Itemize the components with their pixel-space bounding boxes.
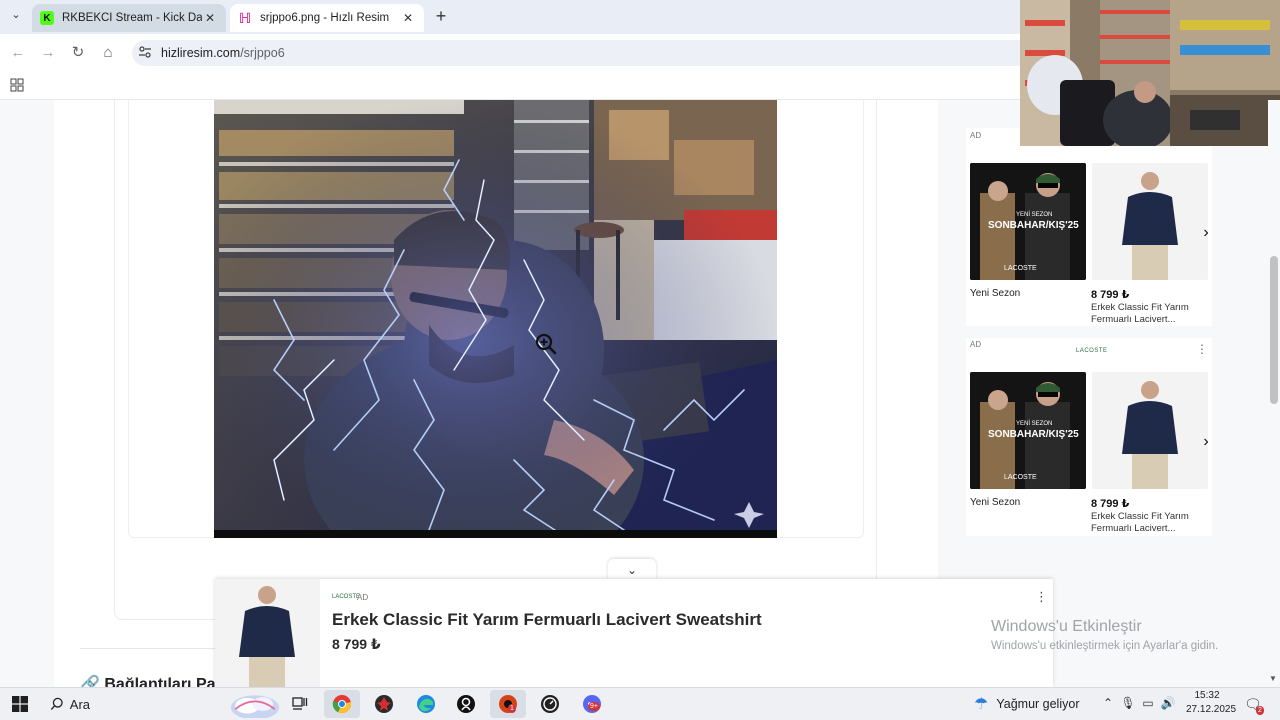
task-view-icon[interactable] — [282, 690, 318, 718]
search-highlight-icon — [230, 695, 280, 718]
webcam-overlay — [1020, 0, 1280, 146]
links-section-heading: 🔗 Bağlantıları Pa — [80, 676, 216, 687]
app-speedometer-icon[interactable] — [532, 690, 568, 718]
sticky-ad-product-image[interactable] — [215, 579, 320, 687]
sticky-ad-collapse-button[interactable]: ⌄ — [608, 559, 656, 581]
kick-icon: K — [40, 11, 54, 25]
app-black-icon[interactable] — [448, 690, 484, 718]
ad-label: AD — [357, 593, 369, 602]
uploaded-image[interactable] — [214, 100, 777, 538]
apps-grid-icon[interactable] — [10, 78, 24, 92]
zoom-in-icon[interactable] — [534, 332, 558, 356]
chevron-right-icon[interactable]: › — [1198, 224, 1214, 244]
app-game-icon[interactable] — [490, 690, 526, 718]
chevron-up-icon[interactable]: ⌃ — [1100, 696, 1116, 710]
scrollbar-thumb[interactable] — [1270, 256, 1278, 404]
side-ad-1[interactable]: AD YENİ SEZON SONBAHAR/KIŞ'25 LACOSTE Ye… — [966, 128, 1212, 326]
taskbar-clock[interactable]: 15:32 27.12.2025 — [1186, 689, 1237, 717]
side-ad-2[interactable]: AD LACOSTE ⋮ YENİ SEZON SONBAHAR/KIŞ'25 … — [966, 338, 1212, 536]
forward-arrow-icon[interactable]: → — [37, 42, 59, 64]
ad-price: 8 799 ₺ — [1091, 498, 1130, 510]
tab-label: RKBEKCI Stream - Kick Dashboard — [62, 12, 202, 24]
new-tab-button[interactable]: + — [430, 6, 452, 28]
url-text[interactable]: hizliresim.com/srjppo6 — [161, 46, 285, 60]
home-icon[interactable]: ⌂ — [97, 42, 119, 64]
tab-search-menu-button[interactable]: ⌄ — [6, 8, 26, 26]
close-tab-icon[interactable]: ✕ — [400, 11, 416, 25]
ad-product-image[interactable] — [1092, 372, 1208, 489]
ad-brand-logo: LACOSTE — [1076, 348, 1108, 354]
microphone-icon[interactable]: 🎙 — [1120, 696, 1136, 710]
ad-promo-headline: SONBAHAR/KIŞ'25 — [988, 220, 1079, 231]
sticky-ad-price: 8 799 ₺ — [332, 636, 381, 652]
ad-label: AD — [970, 340, 982, 349]
ad-caption: Yeni Sezon — [970, 497, 1021, 508]
ad-promo-subtitle: YENİ SEZON — [1016, 421, 1053, 427]
app-badge: 1 — [508, 704, 516, 713]
more-options-icon[interactable]: ⋮ — [1196, 342, 1208, 356]
search-icon — [50, 697, 63, 711]
start-button[interactable] — [6, 690, 34, 718]
taskbar-search-box[interactable]: Ara — [40, 690, 280, 718]
hizliresim-icon: ℍ — [238, 9, 252, 26]
notification-badge: 2 — [1256, 706, 1264, 715]
ad-product-image[interactable] — [1092, 163, 1208, 280]
chevron-down-icon: ⌄ — [626, 563, 638, 577]
ad-label: AD — [970, 131, 982, 140]
sticky-ad-brand-logo: LACOSTE — [332, 594, 361, 600]
ad-promo-brand: LACOSTE — [1004, 265, 1037, 272]
reload-icon[interactable]: ↻ — [67, 42, 89, 64]
weather-widget[interactable]: ☂ Yağmur geliyor — [974, 690, 1079, 718]
clock-time: 15:32 — [1194, 690, 1220, 701]
chrome-icon[interactable] — [324, 690, 360, 718]
ad-caption: Yeni Sezon — [970, 288, 1021, 299]
back-arrow-icon[interactable]: ← — [7, 42, 29, 64]
windows-activation-title: Windows'u Etkinleştir — [991, 618, 1142, 635]
ad-product-title: Erkek Classic Fit Yarım Fermuarlı Lacive… — [1091, 302, 1189, 325]
image-bottom-edge — [214, 530, 777, 538]
plus-icon: + — [435, 6, 447, 26]
sticky-ad-title[interactable]: Erkek Classic Fit Yarım Fermuarlı Lacive… — [332, 610, 762, 630]
app-red-icon[interactable] — [366, 690, 402, 718]
windows-activation-subtitle: Windows'u etkinleştirmek için Ayarlar'a … — [991, 640, 1219, 652]
speaker-icon[interactable]: 🔊 — [1160, 696, 1176, 710]
edge-icon[interactable] — [408, 690, 444, 718]
more-options-icon[interactable]: ⋮ — [1035, 589, 1048, 605]
umbrella-rain-icon: ☂ — [974, 696, 989, 713]
sticky-bottom-ad[interactable]: LACOSTE AD Erkek Classic Fit Yarım Fermu… — [215, 579, 1053, 687]
ad-price: 8 799 ₺ — [1091, 289, 1130, 301]
ad-product-title: Erkek Classic Fit Yarım Fermuarlı Lacive… — [1091, 511, 1189, 534]
windows-logo-icon — [12, 696, 28, 712]
weather-text: Yağmur geliyor — [996, 697, 1080, 711]
search-label: Ara — [69, 696, 91, 712]
scroll-down-arrow-icon[interactable]: ▼ — [1269, 674, 1277, 683]
chevron-right-icon[interactable]: › — [1198, 433, 1214, 453]
app-badge: 9+ — [588, 702, 600, 711]
ad-promo-brand: LACOSTE — [1004, 474, 1037, 481]
ad-promo-subtitle: YENİ SEZON — [1016, 212, 1053, 218]
battery-icon[interactable]: ▭ — [1140, 696, 1156, 710]
url-domain: hizliresim.com — [161, 46, 241, 60]
tab-kick-dashboard[interactable]: K RKBEKCI Stream - Kick Dashboard ✕ — [32, 4, 226, 32]
close-tab-icon[interactable]: ✕ — [202, 11, 218, 25]
tab-label: srjppo6.png - Hızlı Resim — [260, 12, 390, 24]
site-settings-icon[interactable] — [138, 45, 152, 59]
clock-date: 27.12.2025 — [1186, 704, 1237, 715]
chevron-down-icon: ⌄ — [11, 9, 21, 21]
url-path: /srjppo6 — [240, 46, 285, 60]
tab-hizliresim[interactable]: ℍ srjppo6.png - Hızlı Resim ✕ — [230, 4, 424, 32]
ad-promo-headline: SONBAHAR/KIŞ'25 — [988, 429, 1079, 440]
